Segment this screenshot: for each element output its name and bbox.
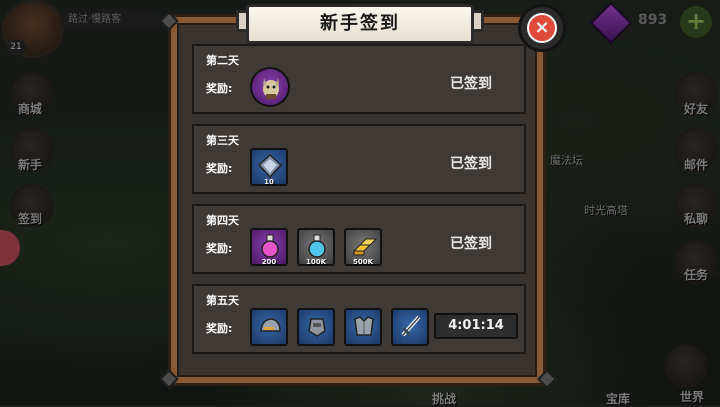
armor-icon[interactable] bbox=[344, 308, 382, 346]
blue-gem-icon[interactable]: 10 bbox=[250, 148, 288, 186]
day-label: 第五天 bbox=[206, 294, 239, 307]
sword-icon[interactable] bbox=[391, 308, 429, 346]
status-checked-in: 已签到 bbox=[450, 76, 492, 92]
blue-potion-icon[interactable]: 100K bbox=[297, 228, 335, 266]
close-icon: × bbox=[527, 13, 557, 43]
checkin-row-day4: 第四天 奖励: 200 100K 500K 已签到 bbox=[192, 204, 526, 274]
item-quantity: 10 bbox=[264, 178, 274, 186]
checkin-row-day2: 第二天 奖励: 已签到 bbox=[192, 44, 526, 114]
item-quantity: 200 bbox=[261, 258, 277, 266]
checkin-row-day5: 第五天 奖励: 4:01:14 bbox=[192, 284, 526, 354]
title-banner: 新手签到 bbox=[246, 4, 474, 44]
status-checked-in: 已签到 bbox=[450, 236, 492, 252]
item-quantity: 500K bbox=[352, 258, 374, 266]
reward-label: 奖励: bbox=[206, 162, 233, 175]
reward-label: 奖励: bbox=[206, 242, 233, 255]
helmet-icon[interactable] bbox=[250, 308, 288, 346]
knight-character-icon[interactable] bbox=[250, 67, 290, 107]
countdown-timer: 4:01:14 bbox=[434, 313, 518, 339]
reward-label: 奖励: bbox=[206, 322, 233, 335]
item-quantity: 100K bbox=[305, 258, 327, 266]
day-label: 第四天 bbox=[206, 214, 239, 227]
gauntlet-icon[interactable] bbox=[297, 308, 335, 346]
reward-label: 奖励: bbox=[206, 82, 233, 95]
day-label: 第二天 bbox=[206, 54, 239, 67]
pink-potion-icon[interactable]: 200 bbox=[250, 228, 288, 266]
gold-bars-icon[interactable]: 500K bbox=[344, 228, 382, 266]
status-checked-in: 已签到 bbox=[450, 156, 492, 172]
day-label: 第三天 bbox=[206, 134, 239, 147]
page-title: 新手签到 bbox=[320, 13, 400, 34]
checkin-row-day3: 第三天 奖励: 10 已签到 bbox=[192, 124, 526, 194]
